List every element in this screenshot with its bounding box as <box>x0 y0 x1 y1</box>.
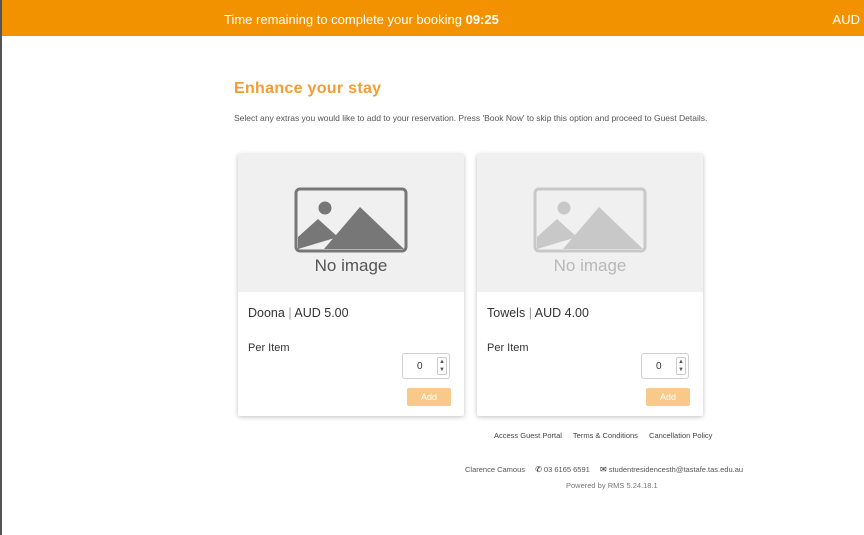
increment-arrow-icon[interactable]: ▲ <box>438 358 446 366</box>
decrement-arrow-icon[interactable]: ▼ <box>677 366 685 374</box>
extra-card-towels: No image Towels | AUD 4.00 Per Item 0 ▲ … <box>477 154 703 416</box>
quantity-stepper[interactable]: 0 ▲ ▼ <box>641 353 689 379</box>
quantity-spinner: ▲ ▼ <box>676 357 686 375</box>
contact-phone[interactable]: 03 6165 6591 <box>544 465 590 474</box>
timer-value: 09:25 <box>465 12 499 27</box>
extra-title: Towels | AUD 4.00 <box>487 306 589 320</box>
image-placeholder-icon <box>533 187 647 253</box>
extra-image: No image <box>238 154 464 292</box>
title-separator: | <box>288 306 292 320</box>
timer-text: Time remaining to complete your booking … <box>224 12 499 27</box>
timer-label: Time remaining to complete your booking <box>224 12 462 27</box>
quantity-stepper[interactable]: 0 ▲ ▼ <box>402 353 450 379</box>
price-unit: Per Item <box>248 342 290 354</box>
image-placeholder-icon <box>294 187 408 253</box>
phone-icon: ✆ <box>535 465 542 474</box>
booking-timer-bar: Time remaining to complete your booking … <box>2 0 864 36</box>
contact-name: Clarence Camous <box>465 465 526 474</box>
extra-price: AUD 4.00 <box>534 306 589 320</box>
extra-title: Doona | AUD 5.00 <box>248 306 349 320</box>
add-button[interactable]: Add <box>407 388 451 406</box>
contact-email[interactable]: studentresidencesth@tastafe.tas.edu.au <box>609 465 743 474</box>
no-image-label: No image <box>553 256 627 275</box>
footer-links: Access Guest Portal Terms & Conditions C… <box>494 431 721 440</box>
cancellation-policy-link[interactable]: Cancellation Policy <box>649 431 712 440</box>
guest-portal-link[interactable]: Access Guest Portal <box>494 431 562 440</box>
price-unit: Per Item <box>487 342 529 354</box>
page-intro: Select any extras you would like to add … <box>234 113 708 123</box>
window-left-edge <box>0 0 2 535</box>
title-separator: | <box>528 306 532 320</box>
no-image-label: No image <box>314 256 388 275</box>
terms-link[interactable]: Terms & Conditions <box>573 431 638 440</box>
powered-by: Powered by RMS 5.24.18.1 <box>566 481 658 490</box>
quantity-value[interactable]: 0 <box>417 361 423 372</box>
currency-selector[interactable]: AUD <box>833 12 860 27</box>
page-title: Enhance your stay <box>234 80 382 97</box>
extra-card-doona: No image Doona | AUD 5.00 Per Item 0 ▲ ▼… <box>238 154 464 416</box>
extra-name: Towels <box>487 306 526 320</box>
add-button[interactable]: Add <box>646 388 690 406</box>
increment-arrow-icon[interactable]: ▲ <box>677 358 685 366</box>
extra-price: AUD 5.00 <box>294 306 349 320</box>
quantity-value[interactable]: 0 <box>656 361 662 372</box>
decrement-arrow-icon[interactable]: ▼ <box>438 366 446 374</box>
extra-name: Doona <box>248 306 285 320</box>
extra-image: No image <box>477 154 703 292</box>
quantity-spinner: ▲ ▼ <box>437 357 447 375</box>
envelope-icon: ✉ <box>600 465 607 474</box>
contact-details: Clarence Camous ✆ 03 6165 6591 ✉ studentre… <box>465 465 743 474</box>
